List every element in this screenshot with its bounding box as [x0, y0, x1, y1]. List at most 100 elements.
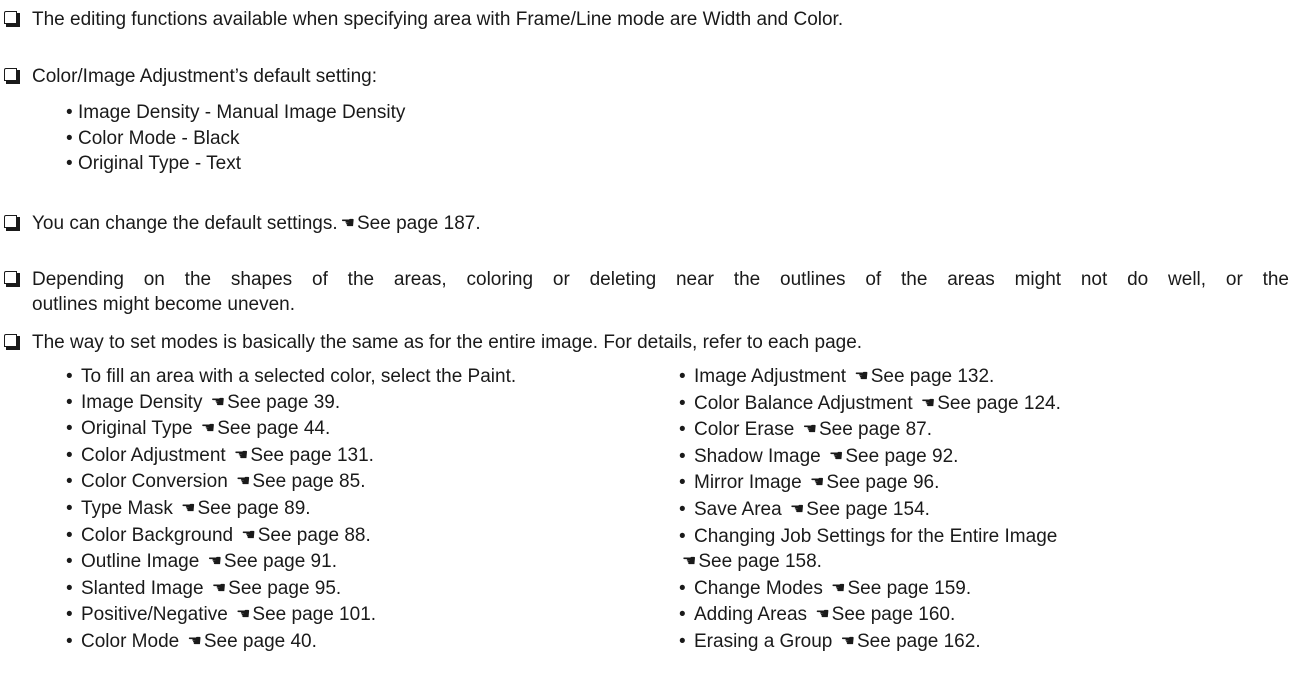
bullet-icon: • [66, 391, 73, 413]
pointing-hand-icon: ☚ [840, 632, 855, 650]
note-text-line-2: outlines might become uneven. [32, 294, 295, 315]
item-label: Changing Job Settings for the Entire Ima… [694, 525, 1058, 547]
bullet-icon: • [66, 127, 73, 149]
bullet-icon: • [66, 444, 73, 466]
item-label: Color Adjustment [81, 444, 226, 466]
bullet-icon: • [679, 498, 686, 520]
list-item: • Mirror Image ☚ See page 96. [679, 470, 1061, 497]
list-item: • Changing Job Settings for the Entire Im… [679, 524, 1061, 550]
item-label: Color Background [81, 524, 234, 546]
page-reference: See page 40. [203, 630, 317, 652]
bullet-icon: • [679, 419, 686, 441]
page-reference: See page 124. [937, 392, 1061, 414]
bullet-icon: • [66, 418, 73, 440]
checkbox-bullet-icon [4, 215, 20, 231]
bullet-icon: • [66, 153, 73, 174]
bullet-icon: • [66, 471, 73, 493]
item-label: Adding Areas [694, 604, 808, 626]
pointing-hand-icon: ☚ [236, 473, 251, 491]
checkbox-bullet-icon [4, 271, 20, 287]
list-item-continuation: ☚ See page 158. [679, 549, 1061, 576]
item-label: Change Modes [694, 577, 823, 599]
page-reference: See page 131. [250, 444, 374, 466]
page-reference: See page 92. [845, 445, 959, 467]
bullet-icon: • [66, 551, 73, 573]
page-reference: See page 44. [217, 418, 331, 440]
pointing-hand-icon: ☚ [789, 500, 805, 518]
pointing-hand-icon: ☚ [802, 421, 817, 439]
pointing-hand-icon: ☚ [829, 447, 844, 465]
bullet-icon: • [66, 604, 73, 626]
list-item: • Image Adjustment ☚ See page 132. [679, 364, 1061, 391]
item-label: Positive/Negative [81, 604, 228, 626]
page-reference: See page 89. [197, 497, 311, 519]
page-reference: See page 39. [227, 391, 341, 413]
item-label: Outline Image [81, 551, 200, 573]
page-reference: See page 95. [228, 577, 342, 599]
pointing-hand-icon: ☚ [236, 606, 251, 624]
page-reference: See page 132. [870, 366, 995, 387]
list-item: • Positive/Negative ☚ See page 101. [66, 602, 516, 629]
pointing-hand-icon: ☚ [233, 446, 249, 464]
mode-list-right: • Image Adjustment ☚ See page 132. • Color B… [679, 364, 1061, 656]
bullet-icon: • [66, 577, 73, 599]
pointing-hand-icon: ☚ [207, 553, 222, 571]
list-item: • Color Balance Adjustment ☚ See page 124. [679, 391, 1061, 418]
item-label: Mirror Image [694, 472, 802, 494]
list-item: • To fill an area with a selected color, … [66, 364, 516, 390]
list-item: • Original Type - Text [66, 151, 405, 177]
page-reference: See page 88. [257, 524, 371, 546]
item-label: Color Erase [694, 419, 795, 441]
item-label: Save Area [694, 498, 782, 520]
list-item: • Outline Image ☚ See page 91. [66, 549, 516, 576]
bullet-icon: • [679, 366, 686, 387]
list-item: • Type Mask ☚ See page 89. [66, 496, 516, 523]
item-label: Color Mode [81, 630, 180, 652]
list-item: • Color Conversion ☚ See page 85. [66, 469, 516, 496]
list-item: • Image Density - Manual Image Density [66, 100, 405, 126]
list-item: • Shadow Image ☚ See page 92. [679, 444, 1061, 471]
list-item: • Original Type ☚ See page 44. [66, 416, 516, 443]
bullet-icon: • [679, 604, 686, 626]
list-item: • Image Density ☚ See page 39. [66, 390, 516, 417]
pointing-hand-icon: ☚ [682, 553, 697, 571]
checkbox-bullet-icon [4, 68, 20, 84]
bullet-icon: • [66, 366, 73, 387]
item-label: Erasing a Group [694, 630, 833, 652]
pointing-hand-icon: ☚ [187, 632, 202, 650]
list-item: • Color Erase ☚ See page 87. [679, 417, 1061, 444]
item-label: Shadow Image [694, 445, 821, 467]
page-reference: See page 160. [831, 604, 956, 626]
pointing-hand-icon: ☚ [181, 499, 196, 517]
list-item: • Adding Areas ☚ See page 160. [679, 602, 1061, 629]
list-item: • Erasing a Group ☚ See page 162. [679, 629, 1061, 656]
note-text: The way to set modes is basically the sa… [32, 332, 863, 353]
pointing-hand-icon: ☚ [831, 579, 846, 597]
pointing-hand-icon: ☚ [815, 606, 830, 624]
list-item: • Color Mode - Black [66, 126, 405, 152]
page-reference: See page 154. [806, 498, 930, 520]
item-label: Image Adjustment [694, 366, 847, 387]
bullet-icon: • [679, 472, 686, 494]
list-item: • Color Adjustment ☚ See page 131. [66, 443, 516, 470]
item-label: To fill an area with a selected color, s… [81, 366, 517, 387]
page-reference: See page 96. [826, 472, 940, 494]
item-label: Type Mask [81, 497, 173, 519]
pointing-hand-icon: ☚ [210, 393, 226, 411]
page-reference: See page 91. [223, 551, 337, 573]
pointing-hand-icon: ☚ [854, 368, 869, 385]
page-reference: See page 187. [357, 213, 481, 234]
page-reference: See page 85. [252, 471, 366, 493]
checkbox-bullet-icon [4, 11, 20, 27]
default-settings-list: • Image Density - Manual Image Density • C… [66, 100, 405, 177]
bullet-icon: • [66, 630, 73, 652]
bullet-icon: • [679, 630, 686, 652]
manual-page: The editing functions available when spe… [0, 0, 1295, 682]
pointing-hand-icon: ☚ [241, 526, 256, 544]
list-item: • Color Background ☚ See page 88. [66, 523, 516, 550]
item-label: Original Type [81, 418, 193, 440]
checkbox-bullet-icon [4, 334, 20, 350]
bullet-icon: • [66, 497, 73, 519]
page-reference: See page 162. [856, 630, 981, 652]
list-item: • Slanted Image ☚ See page 95. [66, 576, 516, 603]
